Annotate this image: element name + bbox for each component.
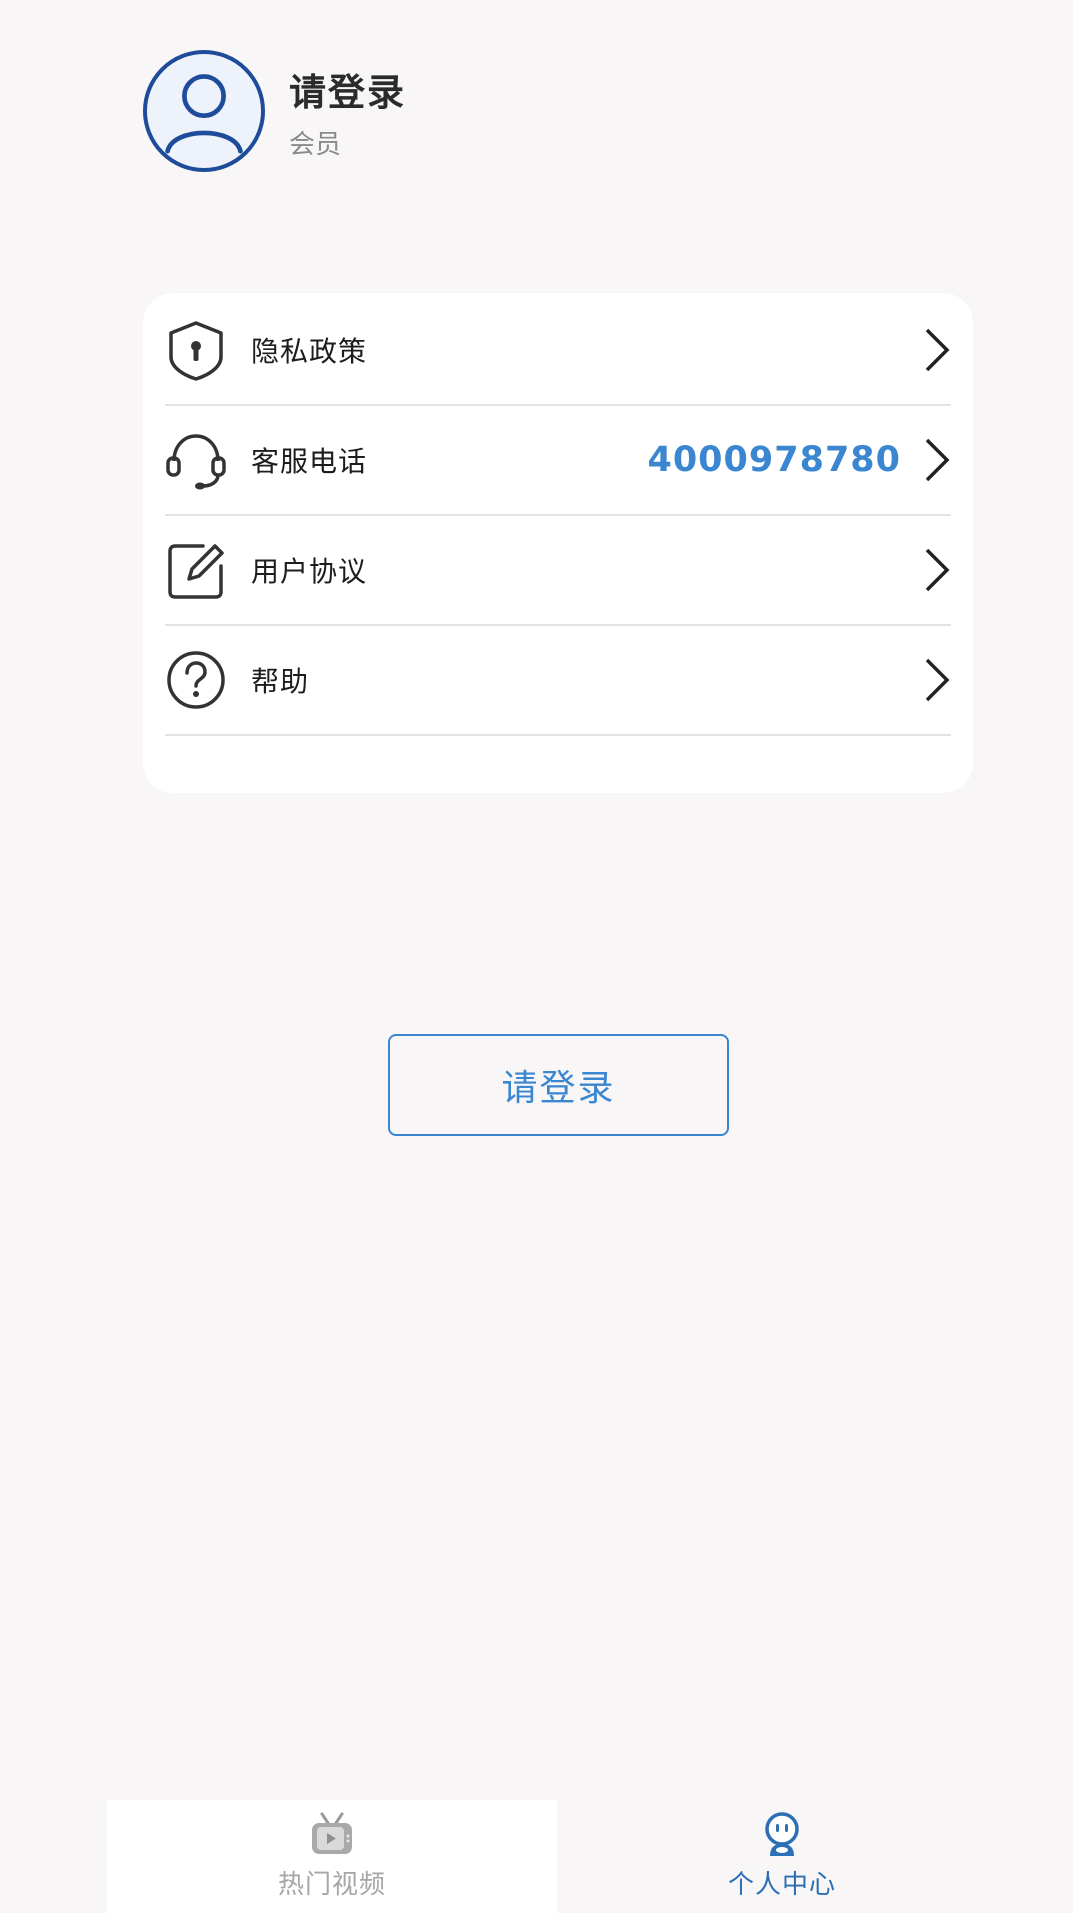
profile-text: 请登录 会员 (289, 62, 406, 161)
edit-document-icon (165, 539, 227, 601)
profile-page: 请登录 会员 隐私政策 客服电话 4000978780 用户协议 帮助 请登录 … (0, 0, 1073, 1913)
chevron-right-icon (923, 327, 951, 373)
shield-lock-icon (165, 319, 227, 381)
profile-header[interactable]: 请登录 会员 (143, 50, 406, 172)
tab-personal-center[interactable]: 个人中心 (557, 1800, 1007, 1913)
headset-icon (165, 429, 227, 491)
chevron-right-icon (923, 547, 951, 593)
member-label: 会员 (289, 129, 342, 160)
help-circle-icon (165, 649, 227, 711)
tab-hot-videos[interactable]: 热门视频 (107, 1800, 557, 1913)
bottom-tab-bar: 热门视频 个人中心 (107, 1800, 1007, 1913)
tv-icon (308, 1812, 356, 1858)
menu-item-label: 帮助 (251, 665, 310, 698)
profile-name[interactable]: 请登录 (289, 62, 406, 116)
login-button[interactable]: 请登录 (388, 1034, 729, 1136)
customer-service-phone[interactable]: 4000978780 (647, 440, 901, 480)
menu-item-customer-service[interactable]: 客服电话 4000978780 (165, 406, 951, 516)
menu-item-help[interactable]: 帮助 (165, 626, 951, 736)
menu-item-label: 客服电话 (251, 445, 368, 478)
menu-item-user-agreement[interactable]: 用户协议 (165, 516, 951, 626)
chevron-right-icon (923, 657, 951, 703)
tab-label: 个人中心 (727, 1870, 836, 1900)
settings-menu: 隐私政策 客服电话 4000978780 用户协议 帮助 (143, 293, 973, 793)
avatar-icon[interactable] (143, 50, 265, 172)
tab-label: 热门视频 (277, 1870, 386, 1900)
robot-person-icon (758, 1812, 806, 1858)
menu-item-privacy-policy[interactable]: 隐私政策 (165, 296, 951, 406)
menu-item-label: 隐私政策 (251, 335, 368, 368)
menu-item-label: 用户协议 (251, 555, 368, 588)
chevron-right-icon (923, 437, 951, 483)
